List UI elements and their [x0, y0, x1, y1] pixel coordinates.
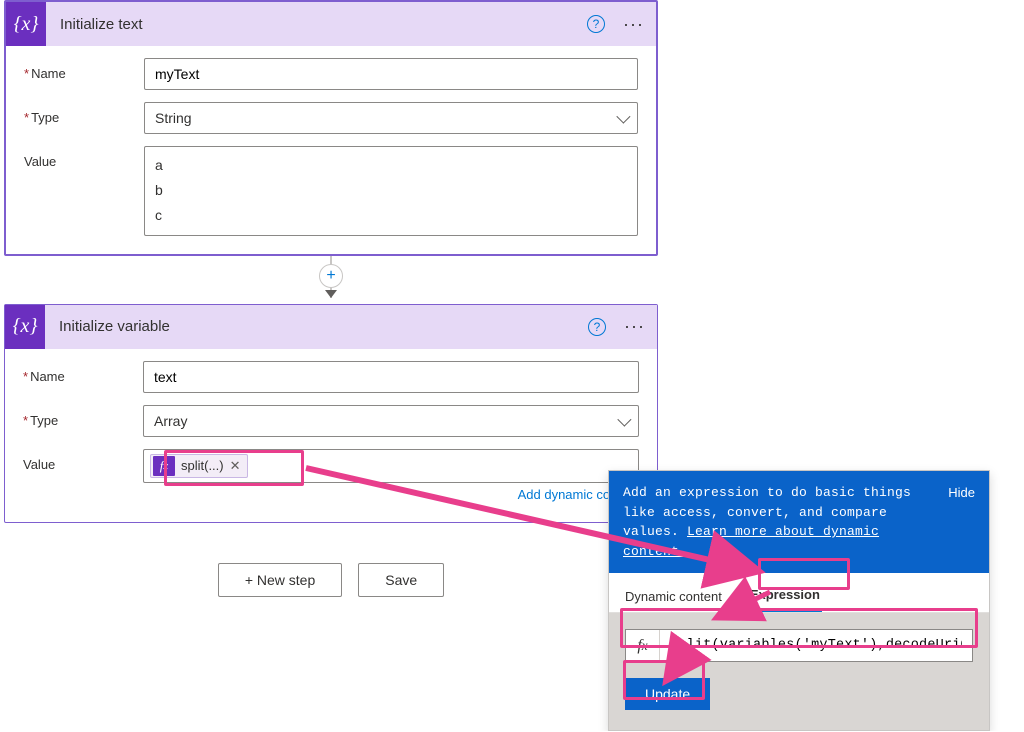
- expression-banner: Add an expression to do basic things lik…: [609, 471, 989, 573]
- action-card-initialize-text: {x} Initialize text ? ··· *Name *Type St…: [4, 0, 658, 256]
- name-input[interactable]: [144, 58, 638, 90]
- hide-link[interactable]: Hide: [948, 483, 975, 561]
- variable-icon: {x}: [5, 305, 45, 349]
- value-input[interactable]: fx split(...) ✕: [143, 449, 639, 483]
- tab-dynamic-content[interactable]: Dynamic content: [623, 579, 724, 612]
- expression-tabs: Dynamic content Expression: [609, 573, 989, 613]
- type-label: *Type: [23, 405, 143, 428]
- save-button[interactable]: Save: [358, 563, 444, 597]
- help-icon[interactable]: ?: [588, 318, 606, 336]
- type-select[interactable]: Array: [143, 405, 639, 437]
- expression-input-row: fx: [625, 629, 973, 662]
- more-menu-icon[interactable]: ···: [623, 14, 644, 35]
- help-icon[interactable]: ?: [587, 15, 605, 33]
- name-label: *Name: [23, 361, 143, 384]
- value-textarea[interactable]: a b c: [144, 146, 638, 236]
- chevron-down-icon: [617, 412, 631, 426]
- remove-chip-icon[interactable]: ✕: [230, 458, 241, 474]
- fx-icon: fx: [626, 630, 660, 661]
- name-input[interactable]: [143, 361, 639, 393]
- expression-chip[interactable]: fx split(...) ✕: [150, 454, 248, 478]
- new-step-button[interactable]: + New step: [218, 563, 342, 597]
- action-header[interactable]: {x} Initialize text ? ···: [6, 2, 656, 46]
- action-card-initialize-variable: {x} Initialize variable ? ··· *Name *Typ…: [4, 304, 658, 523]
- value-label: Value: [24, 146, 144, 169]
- update-button[interactable]: Update: [625, 678, 710, 710]
- action-title: Initialize text: [46, 16, 587, 33]
- add-step-button[interactable]: +: [319, 264, 343, 288]
- type-label: *Type: [24, 102, 144, 125]
- fx-icon: fx: [153, 456, 175, 476]
- connector: +: [4, 256, 658, 304]
- expression-panel: Add an expression to do basic things lik…: [608, 470, 990, 731]
- more-menu-icon[interactable]: ···: [624, 316, 645, 337]
- type-select[interactable]: String: [144, 102, 638, 134]
- variable-icon: {x}: [6, 2, 46, 46]
- add-dynamic-content-link[interactable]: Add dynamic content: [143, 487, 639, 502]
- tab-expression[interactable]: Expression: [748, 577, 822, 612]
- action-title: Initialize variable: [45, 318, 588, 335]
- action-header[interactable]: {x} Initialize variable ? ···: [5, 305, 657, 349]
- name-label: *Name: [24, 58, 144, 81]
- chevron-down-icon: [616, 110, 630, 124]
- footer-buttons: + New step Save: [4, 563, 658, 597]
- value-label: Value: [23, 449, 143, 472]
- expression-input[interactable]: [660, 630, 972, 661]
